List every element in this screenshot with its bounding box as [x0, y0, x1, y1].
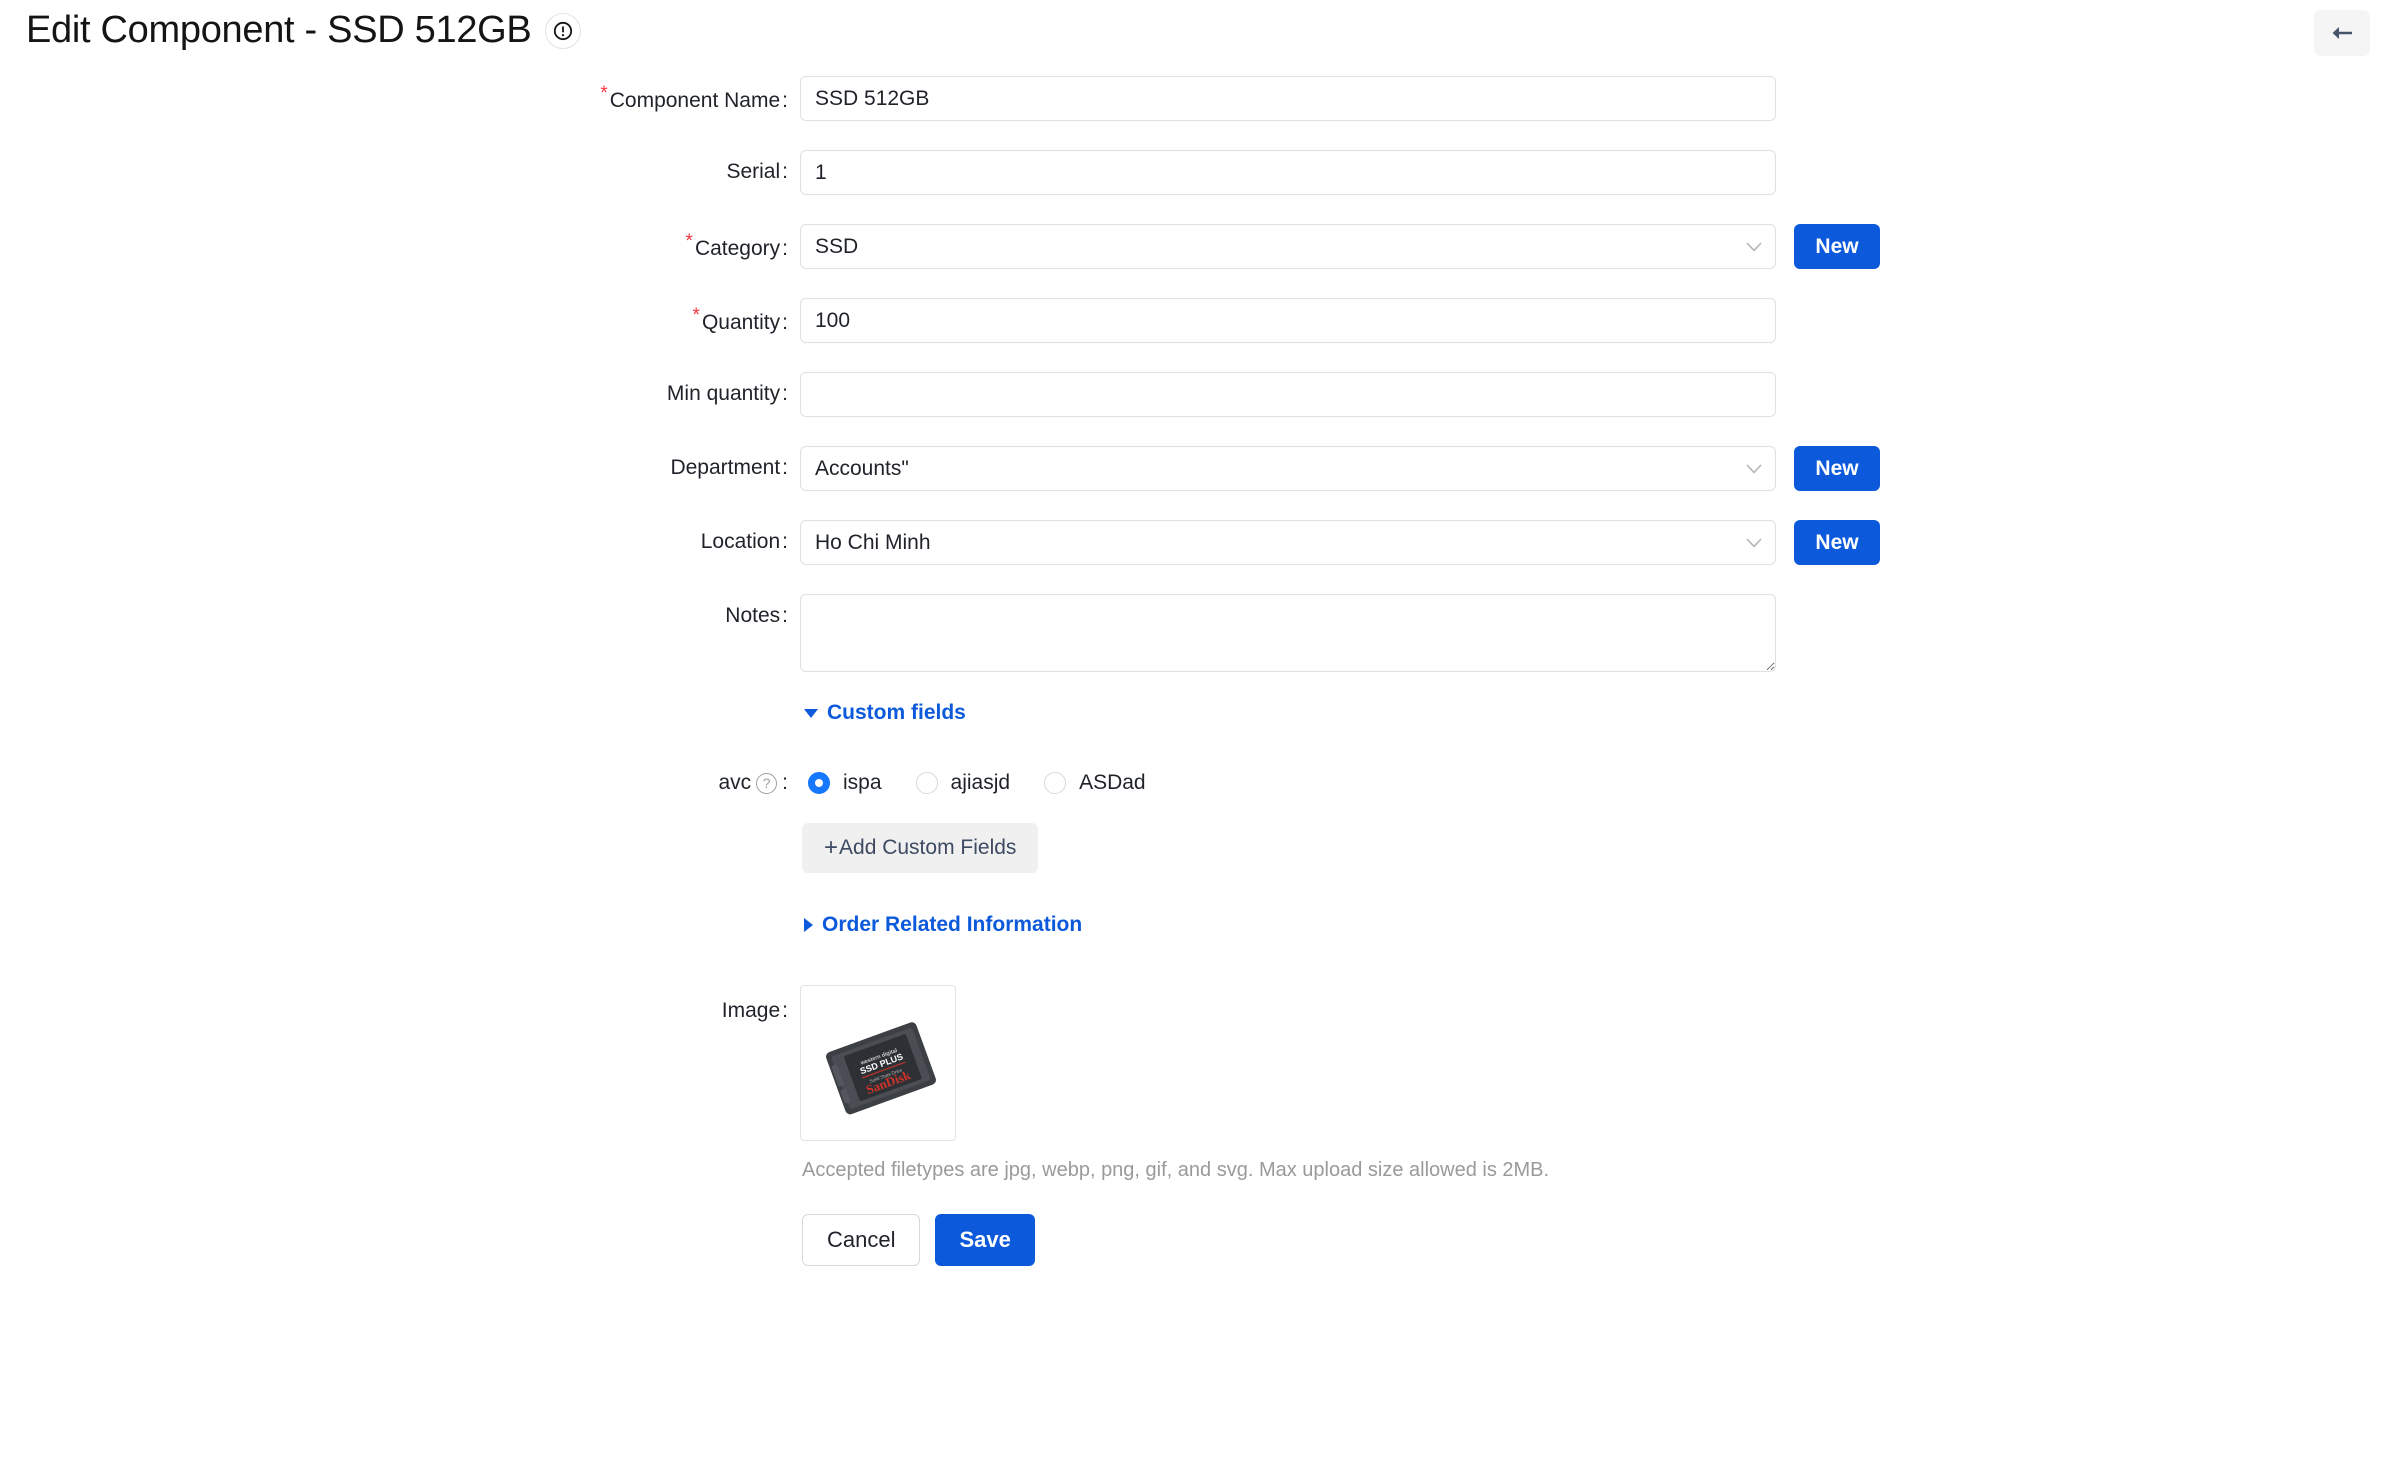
- required-marker: *: [692, 305, 700, 326]
- image-hint-text: Accepted filetypes are jpg, webp, png, g…: [802, 1159, 1550, 1181]
- order-section-row: Order Related Information: [0, 913, 2386, 937]
- field-component-name: [800, 76, 1776, 121]
- form-row-location: Location: New: [0, 520, 2386, 565]
- component-name-input[interactable]: [800, 76, 1776, 121]
- form-row-min-quantity: Min quantity:: [0, 372, 2386, 417]
- question-circle-icon[interactable]: ?: [756, 772, 778, 794]
- image-hint-row: Accepted filetypes are jpg, webp, png, g…: [0, 1159, 2386, 1182]
- exclamation-circle-icon[interactable]: [545, 12, 582, 49]
- edit-component-form: *Component Name: Serial: *Category:: [0, 76, 2386, 1266]
- field-category: New: [800, 224, 1880, 269]
- label-quantity: *Quantity:: [692, 305, 788, 334]
- form-actions-row: Cancel Save: [0, 1214, 2386, 1266]
- radio-indicator[interactable]: [1044, 772, 1067, 794]
- page-title-wrap: Edit Component - SSD 512GB: [26, 8, 582, 54]
- new-category-button[interactable]: New: [1794, 224, 1880, 269]
- form-row-component-name: *Component Name:: [0, 76, 2386, 121]
- required-marker: *: [685, 231, 693, 252]
- radio-option-ispa[interactable]: ispa: [808, 771, 882, 795]
- department-select-wrap: [800, 446, 1776, 491]
- new-location-button[interactable]: New: [1794, 520, 1880, 565]
- layout-spacer: [0, 913, 800, 937]
- radio-label: ispa: [843, 771, 882, 794]
- department-select[interactable]: [800, 446, 1776, 491]
- custom-fields-title: Custom fields: [827, 701, 966, 724]
- avc-radio-group: ispa ajiasjd ASDad: [800, 771, 1146, 795]
- form-row-department: Department: New: [0, 446, 2386, 491]
- arrow-left-icon: [2328, 22, 2356, 44]
- form-row-category: *Category: New: [0, 224, 2386, 269]
- layout-spacer: [0, 1214, 800, 1266]
- field-serial: [800, 150, 1776, 195]
- radio-option-ajiasjd[interactable]: ajiasjd: [915, 771, 1011, 795]
- field-quantity: [800, 298, 1776, 343]
- label-min-quantity: Min quantity:: [666, 382, 788, 405]
- order-related-information-toggle[interactable]: Order Related Information: [800, 913, 1082, 937]
- image-thumbnail[interactable]: western digital SSD PLUS Solid State Dri…: [800, 985, 956, 1141]
- page-title: Edit Component - SSD 512GB: [26, 9, 532, 51]
- label-colon: :: [782, 771, 788, 794]
- layout-spacer: [0, 823, 800, 873]
- custom-fields-toggle[interactable]: Custom fields: [800, 701, 966, 725]
- new-department-button[interactable]: New: [1794, 446, 1880, 491]
- triangle-right-icon: [804, 918, 813, 932]
- radio-indicator[interactable]: [915, 772, 938, 794]
- label-category: *Category:: [685, 231, 788, 260]
- label-location: Location:: [700, 530, 788, 553]
- label-image: Image:: [721, 999, 788, 1022]
- field-notes: [800, 594, 1776, 672]
- radio-indicator[interactable]: [808, 772, 830, 794]
- plus-icon: +: [824, 834, 839, 861]
- location-select[interactable]: [800, 520, 1776, 565]
- back-button[interactable]: [2314, 10, 2370, 56]
- page-header: Edit Component - SSD 512GB: [0, 0, 2386, 76]
- category-select-wrap: [800, 224, 1776, 269]
- custom-fields-section-row: Custom fields: [0, 701, 2386, 725]
- layout-spacer: [0, 701, 800, 725]
- notes-textarea[interactable]: [800, 594, 1776, 672]
- location-select-wrap: [800, 520, 1776, 565]
- radio-option-asdad[interactable]: ASDad: [1044, 771, 1146, 795]
- image-row: Image: western digital SSD PLUS Solid St…: [0, 985, 2386, 1141]
- add-custom-fields-button[interactable]: + Add Custom Fields: [802, 823, 1039, 873]
- custom-field-avc-row: avc ? : ispa ajiasjd ASDad: [0, 771, 2386, 795]
- avc-label-text: avc: [718, 771, 752, 794]
- save-button[interactable]: Save: [935, 1214, 1035, 1266]
- field-department: New: [800, 446, 1880, 491]
- label-department: Department:: [670, 456, 788, 479]
- label-component-name: *Component Name:: [600, 83, 788, 112]
- form-row-notes: Notes:: [0, 594, 2386, 672]
- form-row-serial: Serial:: [0, 150, 2386, 195]
- field-min-quantity: [800, 372, 1776, 417]
- layout-spacer: [0, 1159, 800, 1182]
- radio-label: ajiasjd: [950, 771, 1011, 794]
- add-custom-fields-label: Add Custom Fields: [839, 836, 1017, 859]
- min-quantity-input[interactable]: [800, 372, 1776, 417]
- radio-label: ASDad: [1079, 771, 1146, 794]
- order-section-title: Order Related Information: [822, 913, 1083, 936]
- serial-input[interactable]: [800, 150, 1776, 195]
- label-avc: avc ? :: [0, 771, 800, 795]
- category-select[interactable]: [800, 224, 1776, 269]
- triangle-down-icon: [804, 708, 818, 718]
- form-row-quantity: *Quantity:: [0, 298, 2386, 343]
- add-custom-fields-row: + Add Custom Fields: [0, 823, 2386, 873]
- required-marker: *: [600, 83, 608, 104]
- label-notes: Notes:: [725, 604, 788, 627]
- cancel-button[interactable]: Cancel: [802, 1214, 921, 1266]
- quantity-input[interactable]: [800, 298, 1776, 343]
- field-location: New: [800, 520, 1880, 565]
- label-serial: Serial:: [726, 160, 788, 183]
